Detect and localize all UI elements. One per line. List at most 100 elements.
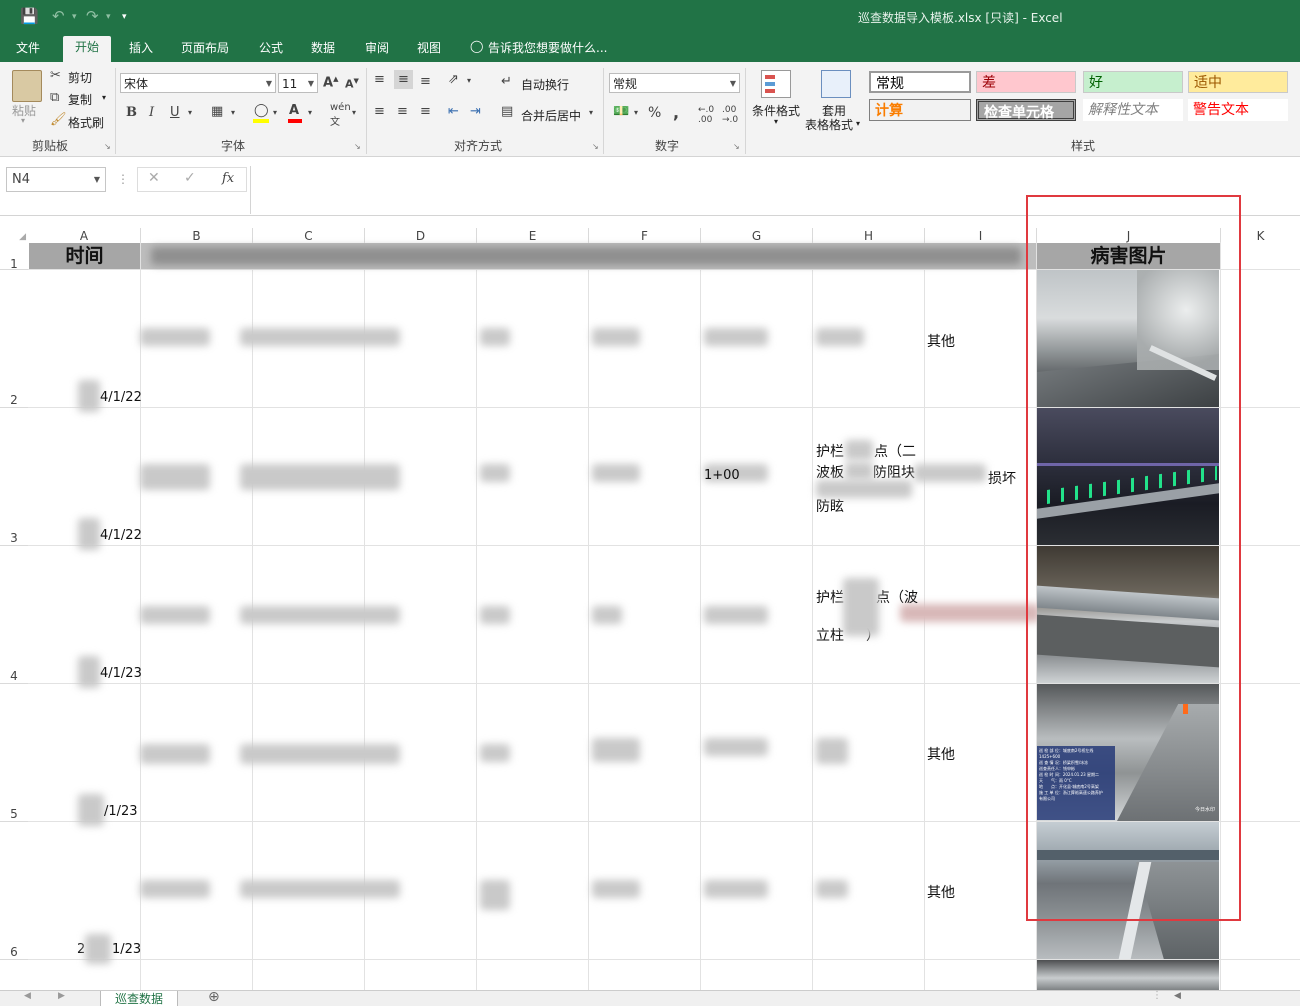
desc-cell-row4-part1[interactable]: 护栏 bbox=[816, 587, 844, 607]
column-header-c[interactable]: C bbox=[253, 228, 365, 243]
date-cell-row5[interactable]: /1/23 bbox=[104, 804, 138, 819]
undo-dropdown-icon[interactable]: ▾ bbox=[72, 12, 77, 22]
borders-dropdown-icon[interactable]: ▾ bbox=[231, 108, 235, 117]
paste-icon[interactable] bbox=[12, 70, 42, 102]
select-all-corner[interactable]: ◢ bbox=[0, 228, 29, 242]
style-calculation[interactable]: 计算 bbox=[869, 99, 971, 121]
fill-color-icon[interactable]: ◯ bbox=[253, 103, 269, 123]
date-cell-row2[interactable]: 4/1/22 bbox=[100, 390, 142, 405]
add-sheet-icon[interactable]: ⊕ bbox=[208, 989, 220, 1005]
dialog-launcher-icon[interactable]: ↘ bbox=[104, 142, 111, 151]
date-cell-row6[interactable]: 1/23 bbox=[112, 942, 141, 957]
tab-home[interactable]: 开始 bbox=[63, 36, 112, 62]
font-color-icon[interactable]: A bbox=[288, 103, 302, 123]
insert-function-icon[interactable]: fx bbox=[222, 171, 234, 186]
format-as-table-line2[interactable]: 表格格式 bbox=[805, 116, 853, 133]
column-header-b[interactable]: B bbox=[141, 228, 253, 243]
align-center-icon[interactable]: ≡ bbox=[397, 104, 408, 119]
type-cell-row6[interactable]: 其他 bbox=[927, 882, 955, 902]
row-header-5[interactable]: 5 bbox=[0, 684, 28, 822]
column-header-d[interactable]: D bbox=[365, 228, 477, 243]
confirm-icon[interactable]: ✓ bbox=[184, 170, 196, 186]
tab-formulas[interactable]: 公式 bbox=[259, 39, 283, 56]
italic-icon[interactable]: I bbox=[149, 105, 154, 120]
redo-dropdown-icon[interactable]: ▾ bbox=[106, 12, 111, 22]
conditional-format-dropdown-icon[interactable]: ▾ bbox=[774, 117, 778, 126]
increase-indent-icon[interactable]: ⇥ bbox=[470, 104, 481, 119]
dialog-launcher-icon[interactable]: ↘ bbox=[354, 142, 361, 151]
style-explanatory[interactable]: 解释性文本 bbox=[1083, 99, 1183, 121]
sheet-tab-inspection-data[interactable]: 巡查数据 bbox=[100, 991, 178, 1006]
tab-review[interactable]: 审阅 bbox=[365, 39, 389, 56]
decrease-indent-icon[interactable]: ⇤ bbox=[448, 104, 459, 119]
row-header-6[interactable]: 6 bbox=[0, 822, 28, 960]
cancel-icon[interactable]: ✕ bbox=[148, 170, 160, 186]
column-header-i[interactable]: I bbox=[925, 228, 1037, 243]
scroll-left-icon[interactable]: ◀ bbox=[24, 991, 31, 1001]
align-middle-icon[interactable]: ≡ bbox=[394, 70, 413, 89]
font-size-select[interactable]: 11 ▼ bbox=[278, 73, 318, 93]
tab-file[interactable]: 文件 bbox=[16, 39, 40, 56]
style-good[interactable]: 好 bbox=[1083, 71, 1183, 93]
paste-dropdown-icon[interactable]: ▾ bbox=[21, 116, 25, 125]
decrease-decimal-icon[interactable]: .00 →.0 bbox=[722, 105, 738, 125]
undo-icon[interactable]: ↶ bbox=[52, 7, 65, 25]
row-header-1[interactable]: 1 bbox=[0, 243, 28, 271]
type-cell-row3[interactable]: 损坏 bbox=[988, 468, 1016, 488]
increase-decimal-icon[interactable]: ←.0.00 bbox=[698, 105, 714, 125]
stake-cell-row3[interactable]: 1+00 bbox=[704, 468, 740, 483]
disease-photo-row7[interactable] bbox=[1037, 960, 1219, 990]
phonetic-icon[interactable]: wén 文 bbox=[330, 102, 351, 128]
tab-data[interactable]: 数据 bbox=[311, 39, 335, 56]
bold-icon[interactable]: B bbox=[126, 105, 137, 120]
increase-font-icon[interactable]: A▲ bbox=[323, 75, 338, 90]
style-bad[interactable]: 差 bbox=[976, 71, 1076, 93]
align-top-icon[interactable]: ≡ bbox=[374, 72, 385, 87]
decrease-font-icon[interactable]: A▼ bbox=[345, 77, 359, 91]
orientation-icon[interactable]: ⇗ bbox=[448, 72, 459, 87]
save-icon[interactable]: 💾 bbox=[20, 7, 39, 25]
number-format-select[interactable]: 常规 ▼ bbox=[609, 73, 740, 93]
phonetic-dropdown-icon[interactable]: ▾ bbox=[352, 108, 356, 117]
desc-cell-row3-part1[interactable]: 护栏 bbox=[816, 441, 844, 461]
align-bottom-icon[interactable]: ≡ bbox=[420, 74, 431, 89]
dialog-launcher-icon[interactable]: ↘ bbox=[592, 142, 599, 151]
header-cell-redacted[interactable] bbox=[141, 243, 1036, 269]
column-header-h[interactable]: H bbox=[813, 228, 925, 243]
format-painter-button[interactable]: 格式刷 bbox=[68, 114, 104, 131]
header-cell-time[interactable]: 时间 bbox=[29, 243, 140, 269]
row-header-3[interactable]: 3 bbox=[0, 408, 28, 546]
column-header-e[interactable]: E bbox=[477, 228, 589, 243]
row-header-2[interactable]: 2 bbox=[0, 270, 28, 408]
column-header-f[interactable]: F bbox=[589, 228, 701, 243]
style-check-cell[interactable]: 检查单元格 bbox=[976, 99, 1076, 121]
style-normal[interactable]: 常规 bbox=[869, 71, 971, 93]
redo-icon[interactable]: ↷ bbox=[86, 7, 99, 25]
style-neutral[interactable]: 适中 bbox=[1188, 71, 1288, 93]
type-cell-row2[interactable]: 其他 bbox=[927, 331, 955, 351]
comma-style-icon[interactable]: , bbox=[673, 103, 679, 122]
borders-icon[interactable]: ▦ bbox=[211, 104, 223, 119]
tab-insert[interactable]: 插入 bbox=[129, 39, 153, 56]
accounting-format-icon[interactable]: 💵 bbox=[613, 104, 629, 119]
copy-dropdown-icon[interactable]: ▾ bbox=[102, 93, 106, 102]
merge-dropdown-icon[interactable]: ▾ bbox=[589, 108, 593, 117]
underline-icon[interactable]: U bbox=[170, 105, 180, 120]
copy-button[interactable]: 复制 bbox=[68, 91, 92, 108]
name-box[interactable]: N4 ▼ bbox=[6, 167, 106, 192]
date-cell-row3[interactable]: 4/1/22 bbox=[100, 528, 142, 543]
fill-color-dropdown-icon[interactable]: ▾ bbox=[273, 108, 277, 117]
tell-me-search[interactable]: 告诉我您想要做什么... bbox=[488, 39, 607, 56]
tab-page-layout[interactable]: 页面布局 bbox=[181, 39, 229, 56]
column-header-a[interactable]: A bbox=[28, 228, 141, 243]
orientation-dropdown-icon[interactable]: ▾ bbox=[467, 76, 471, 85]
align-right-icon[interactable]: ≡ bbox=[420, 104, 431, 119]
font-name-select[interactable]: 宋体 ▼ bbox=[120, 73, 276, 93]
customize-toolbar-icon[interactable]: ▾ bbox=[122, 12, 127, 22]
format-as-table-dropdown-icon[interactable]: ▾ bbox=[856, 119, 860, 128]
underline-dropdown-icon[interactable]: ▾ bbox=[188, 108, 192, 117]
dialog-launcher-icon[interactable]: ↘ bbox=[733, 142, 740, 151]
type-cell-row5[interactable]: 其他 bbox=[927, 744, 955, 764]
row-header-4[interactable]: 4 bbox=[0, 546, 28, 684]
tab-view[interactable]: 视图 bbox=[417, 39, 441, 56]
